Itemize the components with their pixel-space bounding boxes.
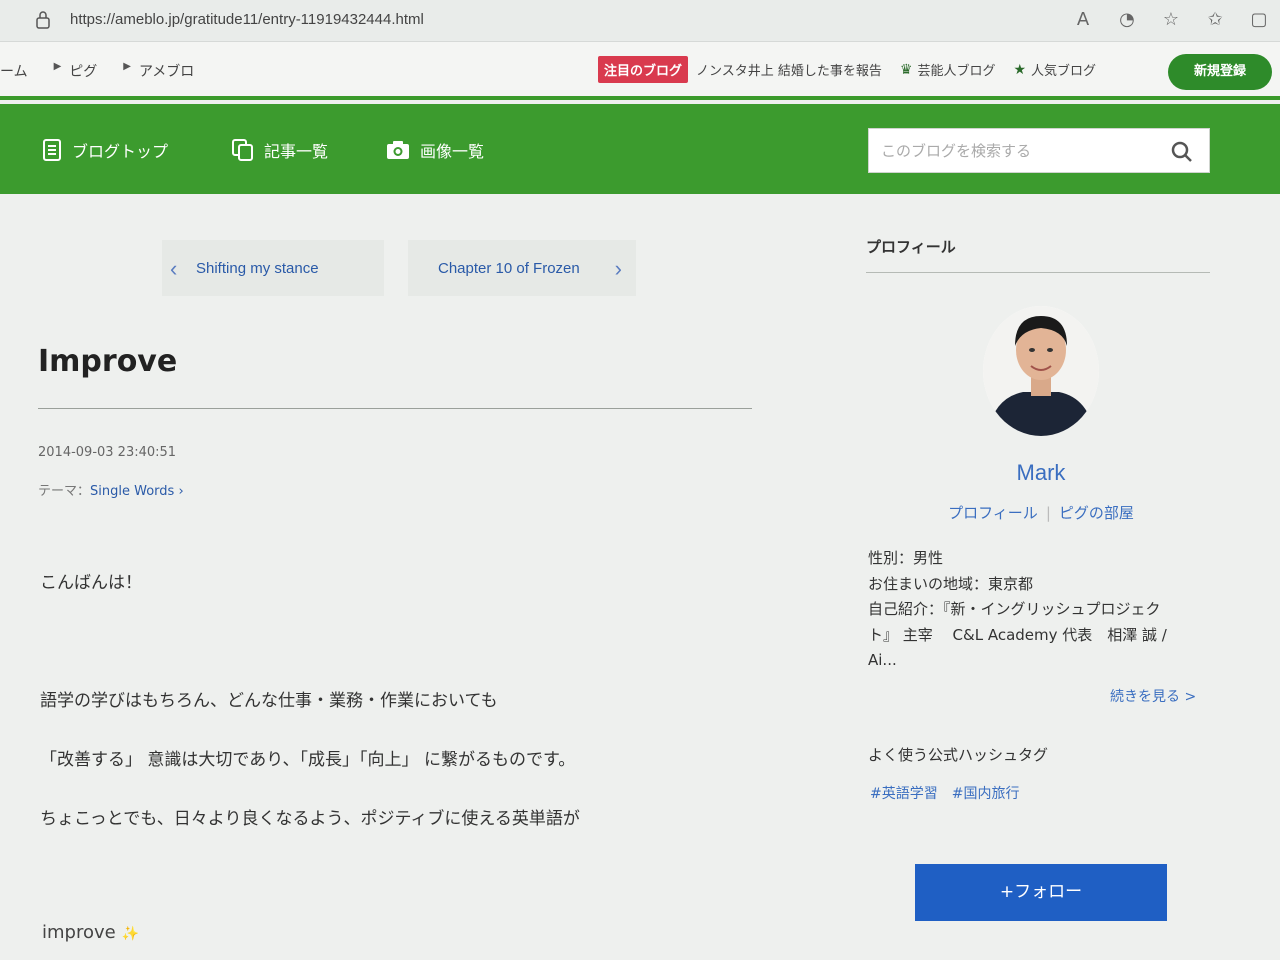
ameba-header: ーム ▶ ピグ ▶ アメブロ 注目のブログ ノンスタ井上 結婚した事を報告 ♛ … <box>0 42 1280 100</box>
hashtag-list: #英語学習 #国内旅行 <box>870 783 1019 803</box>
star-icon: ★ <box>1013 61 1027 78</box>
follow-button[interactable]: +フォロー <box>915 864 1167 921</box>
profile-intro-line: 自己紹介：『新・イングリッシュプロジェク <box>868 600 1161 618</box>
copy-icon <box>232 139 253 161</box>
caret-right-icon: ▶ <box>53 61 62 72</box>
blog-nav: ブログトップ 記事一覧 画像一覧 <box>0 104 1280 194</box>
caret-right-icon: ▶ <box>123 61 131 72</box>
celebrity-blog-link[interactable]: ♛ 芸能人ブログ <box>899 60 996 80</box>
nav-blog-top-label: ブログトップ <box>72 142 169 161</box>
entry-paragraph: 語学の学びはもちろん、どんな仕事・業務・作業においても <box>40 691 498 711</box>
next-entry-link[interactable]: Chapter 10 of Frozen › <box>408 240 636 296</box>
entry-date: 2014-09-03 23:40:51 <box>38 445 177 460</box>
profile-name[interactable]: Mark <box>866 460 1216 486</box>
theme-link[interactable]: Single Words <box>90 484 174 499</box>
profile-area: お住まいの地域：東京都 <box>868 575 1034 593</box>
sparkle-icon: ✨ <box>121 926 139 942</box>
avatar[interactable] <box>983 306 1099 436</box>
read-aloud-icon[interactable]: A <box>1072 8 1094 32</box>
entry-paragraph: ちょこっとでも、日々より良くなるよう、ポジティブに使える英単語が <box>40 809 580 829</box>
entry-keyword-text: improve <box>42 922 116 943</box>
document-icon <box>43 139 61 161</box>
nav-articles-label: 記事一覧 <box>264 142 329 161</box>
popular-blog-label: 人気ブログ <box>1031 64 1097 79</box>
nav-images-label: 画像一覧 <box>420 142 485 161</box>
nav-articles[interactable]: 記事一覧 <box>232 138 328 162</box>
read-more-link[interactable]: 続きを見る > <box>1110 686 1196 706</box>
profile-heading: プロフィール <box>866 238 956 256</box>
prev-entry-link[interactable]: ‹ Shifting my stance <box>162 240 384 296</box>
nav-blog-top[interactable]: ブログトップ <box>42 138 168 162</box>
lock-icon <box>36 11 50 29</box>
camera-icon <box>387 141 409 159</box>
profile-gender: 性別：男性 <box>868 549 944 567</box>
title-divider <box>38 408 752 409</box>
blog-search-input[interactable] <box>869 129 1159 172</box>
notice-area: 注目のブログ ノンスタ井上 結婚した事を報告 ♛ 芸能人ブログ ★ 人気ブログ <box>598 56 1096 83</box>
entry-theme: テーマ：Single Words › <box>38 480 184 499</box>
link-separator: | <box>1045 504 1051 522</box>
profile-intro-line: Ai... <box>868 651 897 669</box>
search-icon[interactable] <box>1171 141 1193 163</box>
collections-icon[interactable]: ▢ <box>1248 8 1270 32</box>
nav-images[interactable]: 画像一覧 <box>386 138 484 162</box>
entry-title: Improve <box>38 344 178 379</box>
theme-label: テーマ： <box>38 484 91 499</box>
browser-address-bar: https://ameblo.jp/gratitude11/entry-1191… <box>0 0 1280 42</box>
chevron-left-icon: ‹ <box>170 256 178 281</box>
chevron-right-icon: › <box>614 256 622 281</box>
next-entry-title: Chapter 10 of Frozen <box>438 259 580 277</box>
profile-intro-line: ト』 主宰 C&L Academy 代表 相澤 誠 / <box>868 626 1167 644</box>
hashtag-link[interactable]: #国内旅行 <box>952 783 1020 803</box>
blog-search <box>868 128 1210 173</box>
featured-blog-tag: 注目のブログ <box>598 56 689 83</box>
hashtag-heading: よく使う公式ハッシュタグ <box>868 746 1049 764</box>
profile-link[interactable]: プロフィール <box>948 504 1038 522</box>
entry-paragraph: こんばんは！ <box>40 573 142 593</box>
global-nav-home[interactable]: ーム <box>0 61 28 81</box>
entry-paragraph: 「改善する」 意識は大切であり、「成長」「向上」 に繋がるものです。 <box>40 750 576 770</box>
entry-keyword: improve ✨ <box>42 922 139 943</box>
theme-chevron-icon: › <box>174 484 184 499</box>
profile-divider <box>866 272 1210 273</box>
crown-icon: ♛ <box>899 61 913 78</box>
popular-blog-link[interactable]: ★ 人気ブログ <box>1013 60 1097 80</box>
prev-entry-title: Shifting my stance <box>196 259 319 277</box>
signup-button[interactable]: 新規登録 <box>1168 54 1272 90</box>
add-favorite-icon[interactable]: ☆ <box>1160 8 1182 32</box>
url-text[interactable]: https://ameblo.jp/gratitude11/entry-1191… <box>70 11 424 28</box>
hashtag-link[interactable]: #英語学習 <box>870 783 938 803</box>
tracking-prevention-icon[interactable]: ◔ <box>1116 8 1138 32</box>
global-nav: ーム ▶ ピグ ▶ アメブロ <box>0 61 220 81</box>
profile-links: プロフィール | ピグの部屋 <box>866 502 1216 523</box>
global-nav-pigg[interactable]: ピグ <box>69 61 97 81</box>
pigg-room-link[interactable]: ピグの部屋 <box>1059 504 1134 522</box>
favorites-icon[interactable]: ✩ <box>1204 8 1226 32</box>
global-nav-ameblo[interactable]: アメブロ <box>139 61 194 81</box>
featured-blog-link[interactable]: ノンスタ井上 結婚した事を報告 <box>696 60 882 79</box>
celebrity-blog-label: 芸能人ブログ <box>917 64 996 79</box>
